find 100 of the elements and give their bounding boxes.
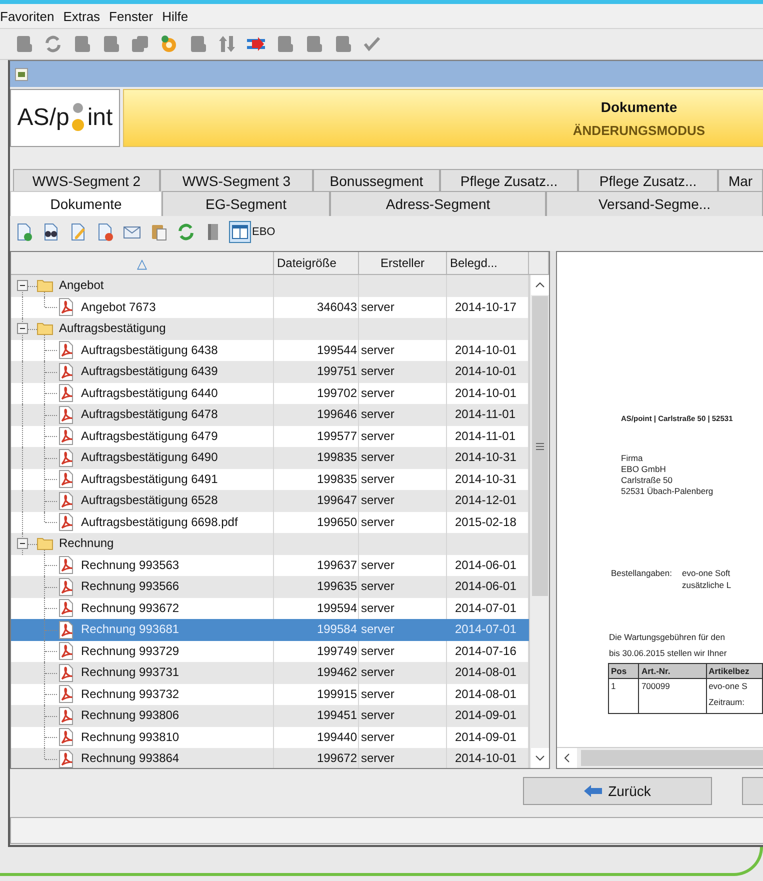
order-text: zusätzliche L	[682, 579, 732, 591]
file-name: Rechnung 993732	[81, 686, 180, 702]
table-cell: 199672	[274, 748, 359, 768]
column-header[interactable]: Belegd...	[447, 252, 529, 274]
mode-label: ÄNDERUNGSMODUS	[572, 122, 706, 138]
pdf-icon	[58, 706, 74, 725]
refresh-icon	[177, 223, 195, 241]
table-cell: 700099	[641, 681, 670, 691]
pdf-icon	[58, 492, 74, 510]
tab[interactable]: Versand-Segme...	[546, 191, 763, 216]
tree-row[interactable]: Rechnung 993731 199462 server 2014-08-01	[11, 662, 529, 684]
file-name: Auftragsbestätigung 6491	[81, 470, 218, 488]
table-cell: server	[359, 748, 447, 768]
file-name: Rechnung 993672	[81, 600, 180, 616]
pdf-icon	[58, 556, 74, 574]
collapse-icon[interactable]	[17, 280, 28, 292]
file-name: Auftragsbestätigung 6528	[81, 492, 218, 509]
tab[interactable]: WWS-Segment 3	[160, 169, 313, 191]
folder-name: Angebot	[59, 277, 104, 294]
split-view-button[interactable]	[229, 221, 251, 243]
folder-icon	[37, 322, 53, 336]
file-name: Auftragsbestätigung 6438	[81, 342, 218, 358]
file-name: Rechnung 993810	[81, 728, 180, 746]
menu-item[interactable]: Favoriten	[0, 8, 54, 24]
pdf-icon	[58, 406, 74, 424]
page-minus-icon	[96, 223, 114, 241]
pdf-icon	[58, 642, 74, 660]
table-header: Art.-Nr.	[638, 664, 706, 678]
collapse-icon[interactable]	[17, 323, 28, 334]
pdf-icon	[58, 620, 74, 639]
scroll-thumb[interactable]	[532, 296, 548, 596]
tab[interactable]: WWS-Segment 2	[13, 169, 160, 191]
tab[interactable]: Dokumente	[10, 191, 162, 216]
folder-name: Rechnung	[59, 535, 114, 552]
column-header[interactable]: Dateigröße	[274, 252, 359, 274]
scroll-up-icon[interactable]	[530, 275, 548, 295]
file-name: Rechnung 993864	[81, 750, 180, 767]
tree-row[interactable]: Auftragsbestätigung 6528 199647 server 2014-12-01	[11, 490, 529, 512]
tab[interactable]: Adress-Segment	[330, 191, 546, 216]
table-header: Artikelbez	[706, 664, 762, 678]
tree-row[interactable]: Rechnung 993806 199451 server 2014-09-01	[11, 705, 529, 726]
tree-row[interactable]: Auftragsbestätigung	[11, 318, 529, 340]
pdf-icon	[58, 448, 74, 467]
file-name: Auftragsbestätigung 6478	[81, 406, 218, 423]
pdf-icon	[58, 427, 74, 446]
file-name: Rechnung 993681	[81, 621, 180, 638]
menu-item[interactable]: Hilfe	[162, 8, 188, 24]
tab[interactable]: Bonussegment	[313, 169, 440, 191]
pdf-icon	[58, 578, 74, 596]
collapse-icon[interactable]	[17, 538, 28, 550]
scroll-left-icon[interactable]	[557, 748, 577, 768]
tab[interactable]: Mar	[718, 169, 763, 191]
tree-row[interactable]: Auftragsbestätigung 6478 199646 server 2014-11-01	[11, 404, 529, 426]
table-cell: 1	[611, 681, 616, 691]
window-icon	[15, 68, 28, 80]
horizontal-scrollbar[interactable]	[557, 747, 763, 768]
table-header: Pos	[608, 664, 639, 678]
tree-row[interactable]: Auftragsbestätigung 6490 199835 server 2014-10-31	[11, 447, 529, 468]
tree-row[interactable]: Angebot 7673 346043 server 2014-10-17	[11, 296, 529, 318]
tree-row[interactable]: Angebot	[11, 275, 529, 296]
scroll-thumb[interactable]	[581, 750, 763, 766]
menu-item[interactable]: Extras	[63, 8, 100, 24]
pdf-icon	[58, 513, 74, 532]
dialog-button[interactable]	[742, 777, 763, 805]
pdf-icon	[58, 362, 74, 381]
menu-item[interactable]: Fenster	[109, 8, 154, 24]
address-line: Firma	[621, 453, 644, 464]
tab[interactable]: Pflege Zusatz...	[578, 169, 718, 191]
vertical-scrollbar[interactable]	[529, 275, 549, 768]
pdf-icon	[58, 470, 74, 488]
body-text: bis 30.06.2015 stellen wir Ihner	[609, 647, 728, 660]
folder-name: Auftragsbestätigung	[59, 320, 166, 337]
edit-icon	[69, 223, 87, 241]
table-cell-text: Zeitraum:	[708, 697, 746, 707]
column-header[interactable]: △	[11, 252, 274, 274]
tab[interactable]: EG-Segment	[162, 191, 330, 216]
body-text: Die Wartungsgebühren für den	[609, 631, 726, 644]
file-name: Auftragsbestätigung 6698.pdf	[81, 514, 238, 530]
page-title: Dokumente	[600, 98, 678, 114]
table-cell: evo-one S	[708, 681, 748, 691]
file-name: Auftragsbestätigung 6440	[81, 384, 218, 402]
scroll-down-icon[interactable]	[530, 748, 548, 768]
file-name: Rechnung 993729	[81, 642, 180, 660]
folder-icon	[37, 279, 53, 292]
tree-row[interactable]: Auftragsbestätigung 6439 199751 server 2014-10-01	[11, 361, 529, 382]
tree-row[interactable]: Rechnung 993864 199672 server 2014-10-01	[11, 748, 529, 768]
order-text: evo-one Soft	[682, 567, 732, 579]
file-name: Rechnung 993563	[81, 556, 180, 574]
column-header[interactable]: Ersteller	[359, 252, 447, 274]
tree-row[interactable]: Rechnung	[11, 533, 529, 554]
arrow-left-icon	[584, 785, 602, 797]
file-name: Rechnung 993731	[81, 664, 180, 681]
pdf-icon	[58, 599, 74, 618]
tree-row[interactable]: Rechnung 993566 199635 server 2014-06-01	[11, 576, 529, 598]
page-plus-icon	[15, 223, 33, 241]
file-name: Angebot 7673	[81, 298, 156, 316]
tab[interactable]: Pflege Zusatz...	[440, 169, 578, 191]
order-label: Bestellangaben:	[611, 567, 672, 580]
split-view-icon	[231, 223, 249, 241]
back-button[interactable]: Zurück	[523, 777, 712, 805]
